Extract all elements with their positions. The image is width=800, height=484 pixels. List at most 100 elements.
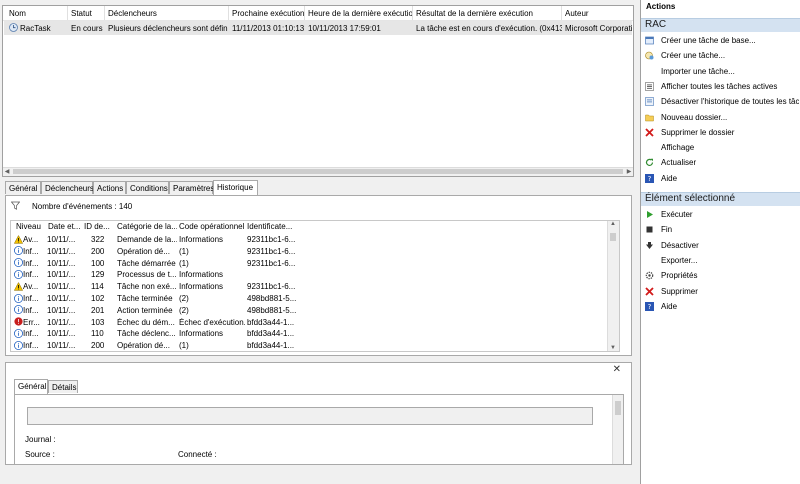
event-category: Processus de t...: [117, 270, 177, 280]
col-separator[interactable]: [104, 6, 105, 20]
vscroll-thumb[interactable]: [610, 233, 616, 241]
col-header-triggers[interactable]: Déclencheurs: [108, 9, 226, 18]
action-item[interactable]: Créer une tâche de base...: [645, 34, 800, 48]
warning-icon: [13, 281, 24, 291]
action-item[interactable]: Exécuter: [645, 208, 800, 222]
event-date: 10/11/...: [47, 246, 76, 256]
scroll-down-icon[interactable]: ▼: [610, 345, 616, 351]
info-icon: [14, 246, 23, 256]
col-header-date[interactable]: Date et...: [48, 222, 82, 231]
task-row[interactable]: RacTask En cours Plusieurs déclencheurs …: [4, 21, 633, 35]
col-header-correlation[interactable]: Identificate...: [247, 222, 297, 231]
col-header-last-result[interactable]: Résultat de la dernière exécution: [416, 9, 561, 18]
event-row[interactable]: Inf...10/11/...100Tâche démarrée(1)bfdd3…: [11, 351, 609, 352]
hscroll-thumb[interactable]: [13, 169, 623, 174]
event-row[interactable]: Inf... 10/11/... 129 Processus de t... Infor…: [11, 268, 609, 280]
filter-icon[interactable]: [10, 201, 21, 210]
col-separator[interactable]: [561, 6, 562, 20]
svg-text:?: ?: [648, 175, 652, 183]
tab-general[interactable]: Général: [5, 181, 41, 194]
event-row[interactable]: Inf... 10/11/... 100 Tâche démarrée (1) 92311…: [11, 257, 609, 269]
action-item[interactable]: ? Aide: [645, 172, 800, 186]
action-item[interactable]: Désactiver: [645, 239, 800, 253]
event-grid[interactable]: Niveau Date et... ID de... Catégorie de …: [10, 220, 620, 352]
action-item[interactable]: Fin: [645, 223, 800, 237]
col-header-last-run[interactable]: Heure de la dernière exécution: [308, 9, 412, 18]
task-status: En cours: [71, 24, 103, 33]
action-item[interactable]: Affichage: [645, 141, 800, 155]
event-row[interactable]: Err... 10/11/... 103 Échec du dém... Échec d…: [11, 316, 609, 328]
col-header-level[interactable]: Niveau: [16, 222, 46, 231]
event-row[interactable]: Inf... 10/11/... 110 Tâche déclenc... Inform…: [11, 327, 609, 339]
details-tab-details[interactable]: Détails: [48, 380, 78, 393]
actions-pane: Actions RAC Créer une tâche de base... Cré…: [640, 0, 800, 484]
event-opcode: Informations: [179, 329, 224, 339]
col-header-name[interactable]: Nom: [9, 9, 65, 18]
details-vscrollbar[interactable]: [612, 395, 623, 464]
scroll-up-icon[interactable]: ▲: [610, 221, 616, 227]
col-header-event-id[interactable]: ID de...: [84, 222, 114, 231]
details-content: Journal : Source : Connecté :: [14, 394, 624, 464]
col-separator[interactable]: [67, 6, 68, 20]
tab-history[interactable]: Historique: [213, 180, 258, 195]
task-list[interactable]: Nom Statut Déclencheurs Prochaine exécut…: [2, 5, 634, 177]
actions-section-header[interactable]: RAC: [641, 18, 800, 32]
actions-section-header[interactable]: Élément sélectionné: [641, 192, 800, 206]
event-date: 10/11/...: [47, 258, 76, 268]
action-item[interactable]: Actualiser: [645, 156, 800, 170]
action-item[interactable]: Propriétés: [645, 269, 800, 283]
action-item[interactable]: Supprimer le dossier: [645, 126, 800, 140]
tab-parameters[interactable]: Paramètres: [169, 181, 214, 194]
action-item[interactable]: Créer une tâche...: [645, 49, 800, 63]
scroll-left-icon[interactable]: ◀: [3, 168, 11, 176]
action-item[interactable]: Supprimer: [645, 285, 800, 299]
task-list-header: Nom Statut Déclencheurs Prochaine exécut…: [3, 6, 633, 21]
task-triggers: Plusieurs déclencheurs sont définis.: [108, 24, 228, 33]
tab-triggers[interactable]: Déclencheurs: [41, 181, 94, 194]
action-item-label: Supprimer le dossier: [661, 127, 735, 137]
col-header-opcode[interactable]: Code opérationnel: [179, 222, 245, 231]
action-item-label: Exporter...: [661, 255, 698, 265]
event-id: 103: [91, 317, 105, 327]
actions-pane-title: Actions: [646, 2, 676, 11]
col-separator[interactable]: [228, 6, 229, 20]
action-item-label: Aide: [661, 173, 678, 183]
action-item[interactable]: Nouveau dossier...: [645, 111, 800, 125]
tab-actions[interactable]: Actions: [93, 181, 126, 194]
scroll-right-icon[interactable]: ▶: [625, 168, 633, 176]
event-level: Inf...: [23, 341, 39, 351]
event-level: Av...: [23, 282, 39, 292]
event-row[interactable]: Inf... 10/11/... 200 Opération dé... (1) bfdd…: [11, 339, 609, 351]
col-header-category[interactable]: Catégorie de la...: [117, 222, 177, 231]
event-row[interactable]: Av... 10/11/... 322 Demande de la... Informa…: [11, 233, 609, 245]
connected-label: Connecté :: [178, 450, 217, 459]
col-separator[interactable]: [304, 6, 305, 20]
details-tab-general[interactable]: Général: [14, 379, 48, 394]
event-grid-vscrollbar[interactable]: ▲ ▼: [607, 221, 619, 351]
close-icon[interactable]: ✕: [613, 364, 621, 375]
action-item[interactable]: Importer une tâche...: [645, 65, 800, 79]
event-level: Inf...: [23, 270, 39, 280]
action-item[interactable]: Exporter...: [645, 254, 800, 268]
col-header-next-run[interactable]: Prochaine exécution: [232, 9, 304, 18]
event-row[interactable]: Inf... 10/11/... 201 Action terminée (2) 498b…: [11, 304, 609, 316]
task-clock-icon: [9, 23, 18, 32]
folder-icon: [645, 113, 654, 122]
event-description-box[interactable]: [27, 407, 593, 425]
details-vscroll-thumb[interactable]: [615, 401, 621, 415]
action-item[interactable]: ? Aide: [645, 300, 800, 314]
col-header-author[interactable]: Auteur: [565, 9, 633, 18]
col-header-status[interactable]: Statut: [71, 9, 105, 18]
event-date: 10/11/...: [47, 341, 76, 351]
event-correlation: 92311bc1-6...: [247, 282, 296, 292]
task-list-hscrollbar[interactable]: ◀ ▶: [3, 167, 633, 176]
col-separator[interactable]: [412, 6, 413, 20]
action-item[interactable]: Désactiver l'historique de toutes les tâ…: [645, 95, 800, 109]
tab-conditions[interactable]: Conditions: [126, 181, 169, 194]
event-category: Opération dé...: [117, 246, 170, 256]
event-row[interactable]: Av... 10/11/... 114 Tâche non exé... Informa…: [11, 280, 609, 292]
action-item[interactable]: Afficher toutes les tâches actives: [645, 80, 800, 94]
event-id: 102: [91, 294, 105, 303]
event-row[interactable]: Inf... 10/11/... 102 Tâche terminée (2) 498bd…: [11, 292, 609, 304]
event-row[interactable]: Inf... 10/11/... 200 Opération dé... (1) 9231…: [11, 245, 609, 257]
